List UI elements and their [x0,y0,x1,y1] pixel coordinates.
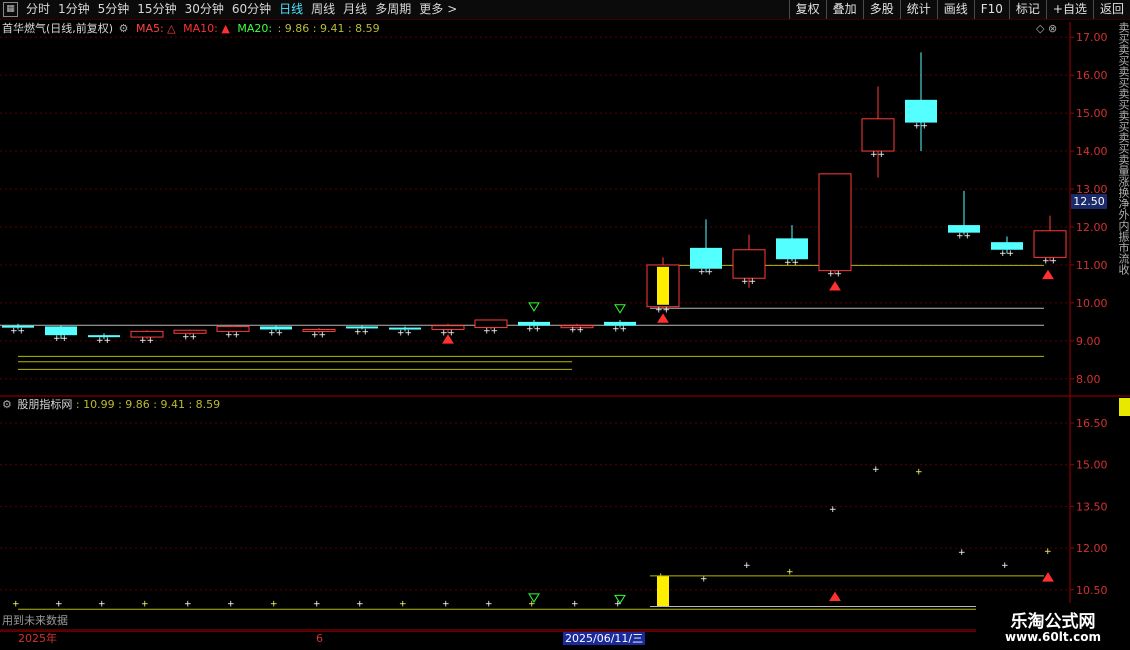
site-watermark: 乐淘公式网 www.60lt.com [976,603,1130,650]
indicator-dot: + [614,600,622,610]
plus-mark: ++ [225,330,240,340]
ma-horizontal-lines [0,264,1044,370]
axis-label: 10.00 [1076,297,1108,310]
candle [1033,215,1067,262]
candle-body [776,238,808,260]
indicator-dot: + [98,600,106,610]
indicator-dot: + [743,561,751,571]
buy-triangle [614,304,626,314]
indicator-dot: + [313,600,321,610]
plus-mark: ++ [698,268,713,278]
plus-mark: ++ [53,334,68,344]
candle [776,225,808,262]
plus-mark: ++ [96,336,111,346]
plus-mark: ++ [526,325,541,335]
plus-mark: ++ [784,258,799,268]
plus-mark: ++ [139,336,154,346]
indicator-dot: + [872,465,880,475]
indicator-dot: + [399,600,407,610]
sell-triangle [829,281,841,291]
axis-label: 9.00 [1076,335,1101,348]
indicator-dot: + [1001,561,1009,571]
quote-side-strip[interactable]: 卖买卖买卖买卖买卖买卖买卖量涨换净外内振市流收 [1118,22,1130,394]
candle-body [818,173,852,272]
watermark-url: www.60lt.com [1004,630,1102,644]
candle [861,86,895,178]
sell-triangle [1042,572,1054,582]
axis-label: 12.00 [1076,221,1108,234]
signal-markers: ++++ ++ ++ ++ ++ ++ ++ ++ ++ ++ ++ ++ ++ ++++++++++++… [10,122,1057,605]
axis-label: 8.00 [1076,373,1101,386]
candle-body [1033,230,1067,258]
plus-mark: ++ [1042,256,1057,266]
indicator-dot: + [184,600,192,610]
indicator-dot: + [227,600,235,610]
candle [690,219,722,273]
indicator-dot: + [915,468,923,478]
plus-mark: ++ [741,277,756,287]
candle-body [732,249,766,279]
indicator-panel-tab[interactable] [1119,398,1130,416]
axis-label: 14.00 [1076,145,1108,158]
axis-label: 16.00 [1076,69,1108,82]
date-year-label: 2025年 [18,632,57,645]
indicator-dot: + [356,600,364,610]
candle-body [861,118,895,152]
future-data-note: 用到未来数据 [2,614,68,627]
date-cursor-label: 2025/06/11/三 [563,632,646,645]
buy-triangle [528,302,540,312]
plus-mark: ++ [10,327,25,337]
axis-label: 11.00 [1076,259,1108,272]
candle [948,190,980,235]
indicator-dot: + [442,600,450,610]
current-price-label: 12.50 [1071,194,1107,209]
candle [905,52,937,152]
axis-label: 17.00 [1076,31,1108,44]
plus-mark: ++ [354,327,369,337]
plus-mark: ++ [913,122,928,132]
candles [2,52,1067,339]
indicator-dot: + [270,600,278,610]
watermark-title: 乐淘公式网 [1010,612,1096,632]
indicator-dot: + [1044,547,1052,557]
plus-mark: ++ [827,270,842,280]
axis-label: 13.50 [1076,500,1108,513]
indicator-dot: + [141,600,149,610]
indicator-dot: + [528,600,536,610]
indicator-dot: + [958,548,966,558]
plus-mark: ++ [569,325,584,335]
plus-mark: ++ [268,328,283,338]
plus-mark: ++ [311,330,326,340]
date-axis: 2025年 6 2025/06/11/三 [0,631,1130,646]
plus-mark: ++ [999,249,1014,259]
axis-label: 15.00 [1076,459,1108,472]
price-axis: 17.0016.0015.0014.0013.0012.0011.0010.00… [1070,31,1108,597]
indicator-dot: + [485,600,493,610]
indicator-dot: + [55,600,63,610]
plus-mark: ++ [483,327,498,337]
axis-label: 12.00 [1076,542,1108,555]
plus-mark: ++ [397,328,412,338]
candle-body [690,247,722,269]
plus-mark: ++ [612,325,627,335]
axis-label: 16.50 [1076,417,1108,430]
axis-label: 15.00 [1076,107,1108,120]
indicator-dot: + [12,600,20,610]
candlestick-chart[interactable]: ++++ ++ ++ ++ ++ ++ ++ ++ ++ ++ ++ ++ ++ ++++++++++++… [0,0,1130,650]
candle-body [905,99,937,123]
plus-mark: ++ [956,232,971,242]
signal-bar [657,575,669,607]
signal-bar [657,266,669,305]
indicator-dot: + [571,600,579,610]
sell-triangle [829,591,841,602]
plus-mark: ++ [870,150,885,160]
sell-triangle [1042,269,1054,280]
axis-label: 10.50 [1076,584,1108,597]
indicator-plot: +++++++++++++++++++++++++ [12,465,1052,610]
indicator-dot: + [829,505,837,515]
date-month-label: 6 [316,632,323,645]
candle [818,173,852,275]
plus-mark: ++ [182,332,197,342]
